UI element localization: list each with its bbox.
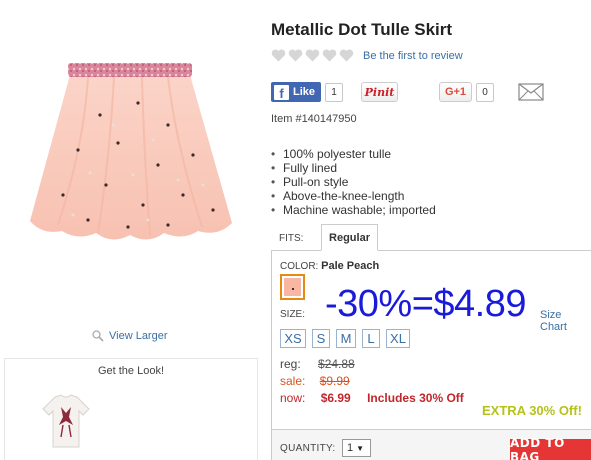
quantity-select[interactable]: 1 ▼	[342, 439, 371, 457]
view-larger-link[interactable]: View Larger	[92, 330, 168, 342]
now-label: now:	[280, 391, 306, 405]
quantity-bar: QUANTITY: 1 ▼ ADD TO BAG	[271, 429, 591, 460]
item-number: Item #140147950	[271, 113, 357, 125]
chevron-down-icon: ▼	[356, 443, 365, 453]
size-option-xs[interactable]: XS	[280, 329, 306, 348]
fits-tabs: FITS: Regular	[271, 224, 591, 251]
google-plus-count: 0	[476, 83, 494, 102]
feature-item: Above-the-knee-length	[271, 189, 436, 203]
regular-price-row: reg: $24.88	[280, 357, 355, 371]
now-price-row: now: $6.99 Includes 30% Off	[280, 391, 464, 405]
feature-item: Pull-on style	[271, 175, 436, 189]
options-panel: COLOR: Pale Peach -30%=$4.89 SIZE: Size …	[271, 251, 591, 429]
get-the-look-panel: Get the Look!	[4, 358, 258, 460]
heart-icon	[288, 49, 303, 62]
facebook-icon: f	[274, 84, 289, 100]
color-label: COLOR:	[280, 261, 319, 272]
heart-icon	[322, 49, 337, 62]
feature-item: 100% polyester tulle	[271, 147, 436, 161]
sale-label: sale:	[280, 374, 306, 388]
tulle-skirt-image	[30, 63, 232, 240]
feature-item: Fully lined	[271, 161, 436, 175]
swatch-fill	[284, 278, 301, 296]
size-option-xl[interactable]: XL	[386, 329, 410, 348]
google-plus-button[interactable]: G+1	[439, 82, 472, 102]
color-value: Pale Peach	[321, 260, 380, 272]
first-review-link[interactable]: Be the first to review	[363, 50, 463, 62]
promo-overlay-text: -30%=$4.89	[325, 283, 527, 325]
rating-hearts	[271, 49, 354, 62]
rating-row: Be the first to review	[271, 49, 463, 62]
facebook-like-label: Like	[293, 86, 316, 98]
view-larger-label: View Larger	[109, 330, 168, 342]
email-share-icon[interactable]	[518, 83, 544, 101]
size-option-l[interactable]: L	[362, 329, 380, 348]
now-price: $6.99	[320, 391, 351, 405]
size-option-m[interactable]: M	[336, 329, 356, 348]
size-options: XS S M L XL	[280, 329, 410, 348]
sale-price-row: sale: $9.99	[280, 374, 350, 388]
quantity-label: QUANTITY:	[280, 443, 336, 454]
feature-item: Machine washable; imported	[271, 203, 436, 217]
fits-label: FITS:	[279, 233, 304, 244]
feature-list: 100% polyester tulle Fully lined Pull-on…	[271, 147, 436, 217]
size-label: SIZE:	[280, 309, 306, 320]
heart-icon	[271, 49, 286, 62]
facebook-like-button[interactable]: f Like	[271, 82, 321, 102]
color-swatch-pale-peach[interactable]	[280, 274, 305, 300]
discount-note: Includes 30% Off	[367, 391, 464, 405]
size-chart-link[interactable]: Size Chart	[540, 309, 591, 333]
facebook-like-count: 1	[325, 83, 343, 102]
reg-label: reg:	[280, 357, 301, 371]
sale-price: $9.99	[319, 374, 350, 388]
color-row: COLOR: Pale Peach	[280, 260, 379, 272]
quantity-value: 1	[347, 442, 354, 454]
magnifier-icon	[92, 330, 104, 342]
add-to-bag-button[interactable]: ADD TO BAG	[510, 436, 591, 460]
heart-icon	[305, 49, 320, 62]
tee-thumbnail[interactable]	[41, 393, 91, 449]
tab-regular[interactable]: Regular	[321, 224, 378, 251]
product-image[interactable]	[18, 55, 250, 255]
product-title: Metallic Dot Tulle Skirt	[271, 20, 453, 39]
extra-off-badge: EXTRA 30% Off!	[482, 403, 582, 418]
size-option-s[interactable]: S	[312, 329, 330, 348]
reg-price: $24.88	[318, 357, 355, 371]
pinterest-pinit-button[interactable]: Pinit	[361, 82, 398, 102]
get-the-look-title: Get the Look!	[97, 365, 165, 377]
heart-icon	[339, 49, 354, 62]
